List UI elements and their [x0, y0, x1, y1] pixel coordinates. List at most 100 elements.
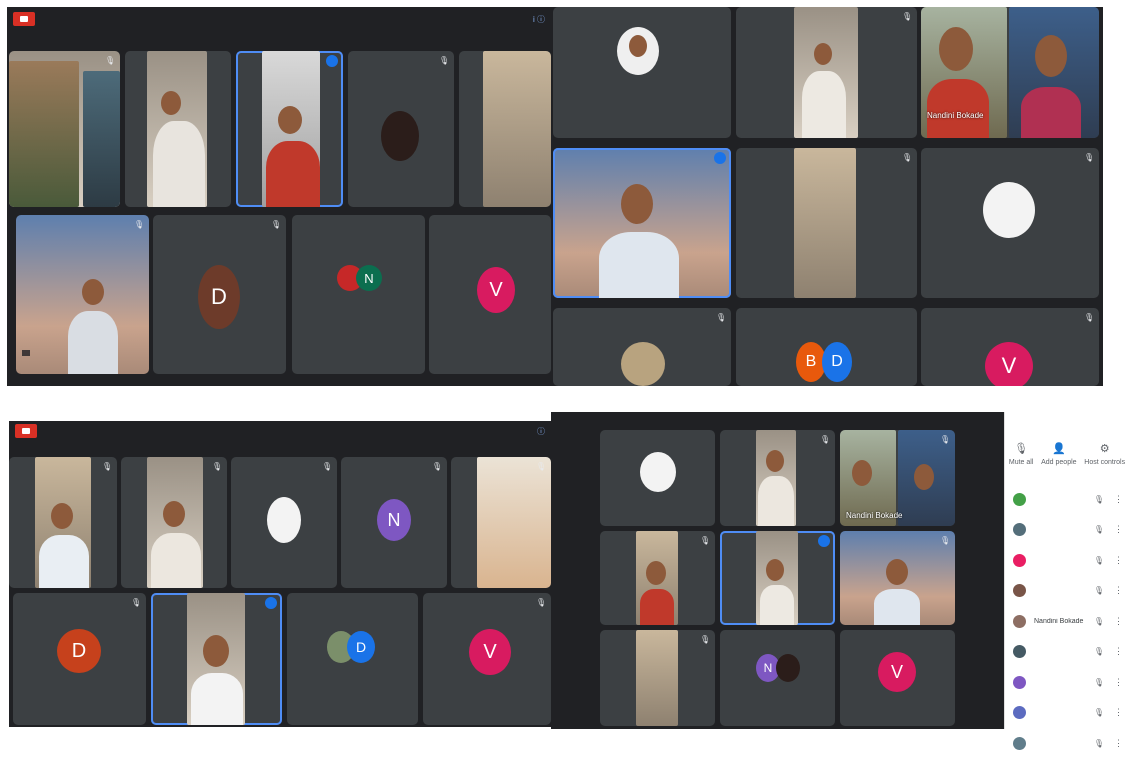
participant-tile[interactable]: 🎙: [348, 51, 454, 207]
add-people-button[interactable]: 👤 Add people: [1041, 442, 1076, 484]
mic-off-icon[interactable]: 🎙: [1094, 495, 1104, 504]
participant-tile[interactable]: D 🎙: [13, 593, 146, 725]
mic-off-icon[interactable]: 🎙: [1094, 586, 1104, 595]
participant-list-item[interactable]: 🎙 ⋮: [1005, 698, 1129, 729]
participant-list-avatar: [1013, 584, 1026, 598]
participant-tile[interactable]: 🎙: [840, 531, 955, 625]
participant-body: [640, 589, 674, 625]
participant-list-item[interactable]: 🎙 ⋮: [1005, 576, 1129, 607]
participant-tile-active-speaker[interactable]: [236, 51, 343, 207]
participant-tile[interactable]: N: [720, 630, 835, 726]
participant-avatar: [983, 182, 1035, 238]
mic-icon: 🎙: [1014, 443, 1029, 455]
participant-list-item[interactable]: 🎙 ⋮: [1005, 728, 1129, 759]
mic-off-icon[interactable]: 🎙: [1094, 556, 1104, 565]
participant-list-item[interactable]: 🎙 ⋮: [1005, 515, 1129, 546]
participant-tile[interactable]: 🎙: [720, 430, 835, 526]
participant-tile[interactable]: 🎙: [736, 148, 917, 298]
participant-tile[interactable]: 🎙: [9, 457, 117, 588]
meeting-topbar: ⓘ: [9, 421, 551, 441]
host-controls-button[interactable]: ⚙ Host controls: [1084, 442, 1125, 484]
mic-off-icon[interactable]: 🎙: [1094, 617, 1104, 626]
participant-tile[interactable]: 🎙 Nandini Bokade: [840, 430, 955, 526]
more-options-icon[interactable]: ⋮: [1114, 524, 1123, 535]
more-options-icon[interactable]: ⋮: [1114, 677, 1123, 688]
participant-tile[interactable]: 🎙: [451, 457, 551, 588]
participant-tile[interactable]: [553, 7, 731, 138]
participant-avatar: V: [477, 267, 515, 313]
participant-tile[interactable]: D: [287, 593, 418, 725]
participant-tile[interactable]: [125, 51, 231, 207]
participant-tile-active-speaker[interactable]: [720, 531, 835, 625]
meeting-info-icon[interactable]: i ⓘ: [533, 14, 545, 25]
participant-list-item[interactable]: Nandini Bokade 🎙 ⋮: [1005, 606, 1129, 637]
participant-face: [766, 559, 784, 581]
participant-tile[interactable]: N 🎙: [341, 457, 447, 588]
participant-face: [1035, 35, 1067, 77]
mic-off-icon: 🎙: [271, 220, 282, 229]
more-options-icon[interactable]: ⋮: [1114, 494, 1123, 505]
participant-list-item[interactable]: 🎙 ⋮: [1005, 545, 1129, 576]
participant-tile[interactable]: 🎙: [231, 457, 337, 588]
participant-tile[interactable]: Nandini Bokade: [921, 7, 1099, 138]
participant-avatar: D: [822, 342, 852, 382]
participant-video: [9, 61, 79, 207]
more-options-icon[interactable]: ⋮: [1114, 555, 1123, 566]
people-panel: 🎙 Mute all 👤 Add people ⚙ Host controls …: [1004, 412, 1129, 750]
participant-tile[interactable]: 🎙: [553, 308, 731, 386]
participant-tile[interactable]: 🎙: [921, 148, 1099, 298]
participant-face: [852, 460, 872, 486]
participant-face: [814, 43, 832, 65]
participant-body: [266, 141, 320, 207]
participant-tile[interactable]: 🎙: [600, 531, 715, 625]
mic-off-icon: 🎙: [700, 635, 711, 644]
participant-face: [629, 35, 647, 57]
participant-tile[interactable]: [459, 51, 551, 207]
participant-list-item[interactable]: 🎙 ⋮: [1005, 667, 1129, 698]
participant-tile[interactable]: 🎙: [16, 215, 149, 374]
participant-list-avatar: [1013, 645, 1026, 659]
more-options-icon[interactable]: ⋮: [1114, 707, 1123, 718]
more-options-icon[interactable]: ⋮: [1114, 585, 1123, 596]
participant-body: [758, 476, 794, 526]
participant-tile[interactable]: V: [840, 630, 955, 726]
meeting-info-icon[interactable]: ⓘ: [537, 426, 545, 437]
mic-off-icon[interactable]: 🎙: [1094, 525, 1104, 534]
mic-off-icon[interactable]: 🎙: [1094, 739, 1104, 748]
meeting-topbar: i ⓘ: [7, 7, 551, 31]
mic-off-icon: 🎙: [212, 462, 223, 471]
more-options-icon[interactable]: ⋮: [1114, 616, 1123, 627]
participant-tile[interactable]: V: [429, 215, 551, 374]
participant-tile[interactable]: D 🎙: [153, 215, 286, 374]
participant-name: Nandini Bokade: [927, 111, 984, 120]
participant-tile-active-speaker[interactable]: [553, 148, 731, 298]
more-options-icon[interactable]: ⋮: [1114, 738, 1123, 749]
participant-tile[interactable]: 🎙: [121, 457, 227, 588]
more-options-icon[interactable]: ⋮: [1114, 646, 1123, 657]
participant-tile[interactable]: 🎙: [600, 630, 715, 726]
participant-list-avatar: [1013, 553, 1026, 567]
participant-tile[interactable]: 🎙: [736, 7, 917, 138]
participant-body: [927, 79, 989, 138]
participant-tile[interactable]: V 🎙: [921, 308, 1099, 386]
participant-tile[interactable]: 🎙: [9, 51, 120, 207]
participant-tile[interactable]: B D: [736, 308, 917, 386]
participant-list-item[interactable]: 🎙 ⋮: [1005, 484, 1129, 515]
meeting-panel-top-left: i ⓘ 🎙 🎙 🎙 D 🎙 N V: [7, 7, 551, 386]
participant-tile[interactable]: V 🎙: [423, 593, 551, 725]
mic-off-icon[interactable]: 🎙: [1094, 647, 1104, 656]
participant-list-avatar: [1013, 736, 1026, 750]
mic-off-icon: 🎙: [536, 598, 547, 607]
add-people-label: Add people: [1041, 459, 1077, 466]
participant-tile[interactable]: N: [292, 215, 425, 374]
mute-all-button[interactable]: 🎙 Mute all: [1009, 442, 1034, 484]
mic-off-icon[interactable]: 🎙: [1094, 678, 1104, 687]
participant-avatar: [776, 654, 800, 682]
mic-off-icon: 🎙: [716, 313, 727, 322]
mute-all-label: Mute all: [1008, 459, 1034, 466]
mic-off-icon[interactable]: 🎙: [1094, 708, 1104, 717]
participant-list-item[interactable]: 🎙 ⋮: [1005, 637, 1129, 668]
participant-face: [766, 450, 784, 472]
participant-tile[interactable]: [600, 430, 715, 526]
participant-tile-active-speaker[interactable]: [151, 593, 282, 725]
